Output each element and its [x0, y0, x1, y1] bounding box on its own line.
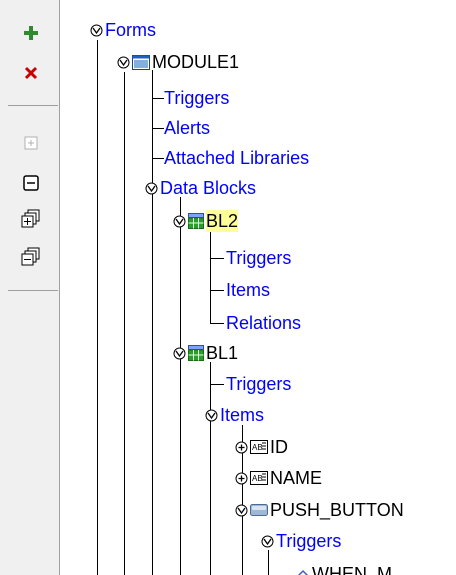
tree-node-attached-libraries[interactable]: Attached Libraries	[164, 145, 309, 171]
tree-node-label[interactable]: Triggers	[164, 87, 229, 109]
push-button-icon	[250, 504, 268, 516]
form-module-icon	[132, 54, 150, 70]
tree-connector	[210, 362, 211, 575]
collapse-toggle-icon[interactable]	[205, 409, 218, 422]
tree-node-label[interactable]: Data Blocks	[160, 177, 256, 199]
collapse-toggle-icon[interactable]	[261, 535, 274, 548]
tree-node-block-bl1[interactable]: BL1	[173, 340, 238, 366]
svg-text:AB: AB	[252, 443, 263, 452]
tree-node-label[interactable]: Attached Libraries	[164, 147, 309, 169]
svg-text:AB: AB	[252, 474, 263, 483]
tree-connector	[124, 72, 125, 575]
tree-node-item-id[interactable]: AB ID	[235, 434, 288, 460]
tree-node-bl1-triggers[interactable]: Triggers	[226, 371, 291, 397]
text-item-icon: AB	[250, 471, 268, 485]
trigger-icon	[297, 569, 309, 575]
tree-connector	[210, 258, 224, 259]
tree-node-label[interactable]: Forms	[105, 19, 156, 41]
tree-connector	[210, 323, 224, 324]
tree-connector	[97, 40, 98, 575]
tree-node-label[interactable]: PUSH_BUTTON	[270, 499, 404, 521]
tree-connector	[180, 197, 181, 575]
expand-toggle-icon[interactable]	[235, 472, 248, 485]
tree-connector	[210, 384, 224, 385]
tree-node-bl1-items[interactable]: Items	[205, 402, 264, 428]
tree-node-triggers[interactable]: Triggers	[164, 85, 229, 111]
tree-node-label[interactable]: ID	[270, 436, 288, 458]
tree-connector	[152, 98, 164, 99]
text-item-icon: AB	[250, 440, 268, 454]
tree-node-push-button-triggers[interactable]: Triggers	[261, 528, 341, 554]
collapse-toggle-icon[interactable]	[90, 24, 103, 37]
tree-connector	[152, 70, 153, 575]
collapse-toggle-icon[interactable]	[117, 56, 130, 69]
tree-connector	[152, 158, 164, 159]
tree-node-label[interactable]: Triggers	[226, 373, 291, 395]
tree-node-label[interactable]: Alerts	[164, 117, 210, 139]
tree-node-forms[interactable]: Forms	[90, 17, 156, 43]
tree-node-item-name[interactable]: AB NAME	[235, 465, 322, 491]
data-block-icon	[188, 345, 204, 361]
tree-node-bl2-items[interactable]: Items	[226, 277, 270, 303]
collapse-toggle-icon[interactable]	[173, 215, 186, 228]
tree-node-bl2-relations[interactable]: Relations	[226, 310, 301, 336]
tree-node-block-bl2[interactable]: BL2	[173, 208, 239, 234]
expand-icon[interactable]	[20, 132, 42, 154]
tree-node-label[interactable]: Triggers	[226, 247, 291, 269]
tree-node-bl2-triggers[interactable]: Triggers	[226, 245, 291, 271]
tree-node-label[interactable]: Relations	[226, 312, 301, 334]
tree-connector	[210, 228, 211, 324]
tree-node-alerts[interactable]: Alerts	[164, 115, 210, 141]
tree-node-label[interactable]: MODULE1	[152, 51, 239, 73]
tree-node-module[interactable]: MODULE1	[117, 49, 239, 75]
data-block-icon	[188, 213, 204, 229]
tree-node-data-blocks[interactable]: Data Blocks	[145, 175, 256, 201]
tree-node-when-trigger[interactable]: WHEN_M	[296, 561, 392, 575]
tree-node-label[interactable]: BL1	[206, 342, 238, 364]
collapse-toggle-icon[interactable]	[145, 182, 158, 195]
tree-node-label[interactable]: Items	[220, 404, 264, 426]
tree-node-label[interactable]: BL2	[206, 210, 239, 232]
collapse-toggle-icon[interactable]	[173, 347, 186, 360]
expand-all-icon[interactable]	[20, 208, 42, 230]
toolbar-divider	[8, 290, 58, 291]
collapse-toggle-icon[interactable]	[235, 504, 248, 517]
object-navigator-tree: Forms MODULE1 Triggers Alerts Attached L…	[60, 0, 456, 575]
tree-node-label[interactable]: NAME	[270, 467, 322, 489]
tree-connector	[152, 128, 164, 129]
tree-node-label[interactable]: Triggers	[276, 530, 341, 552]
tree-node-label[interactable]: Items	[226, 279, 270, 301]
collapse-icon[interactable]	[20, 172, 42, 194]
collapse-all-icon[interactable]	[20, 246, 42, 268]
tree-connector	[210, 290, 224, 291]
toolbar-divider	[8, 105, 58, 106]
delete-icon[interactable]	[20, 62, 42, 84]
add-icon[interactable]	[20, 22, 42, 44]
tree-node-label[interactable]: WHEN_M	[312, 563, 392, 575]
expand-toggle-icon[interactable]	[235, 441, 248, 454]
object-navigator-toolbar	[0, 0, 60, 575]
tree-node-item-push-button[interactable]: PUSH_BUTTON	[235, 497, 404, 523]
